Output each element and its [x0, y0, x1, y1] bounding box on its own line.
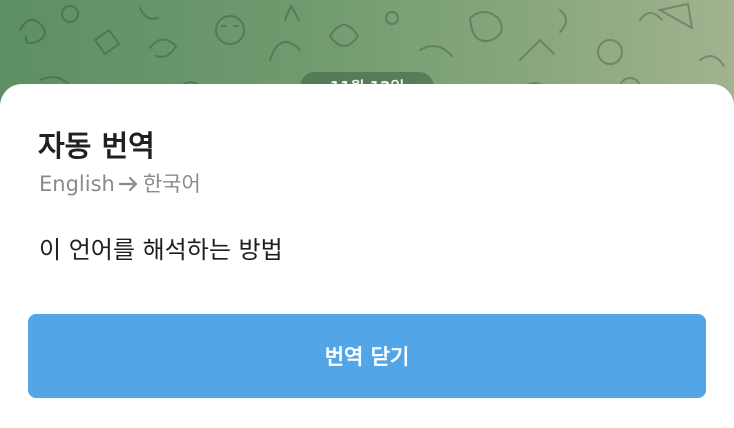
translation-sheet: 자동 번역 English 한국어 이 언어를 해석하는 방법 번역 닫기: [0, 84, 734, 428]
arrow-right-icon: [118, 170, 140, 198]
translated-text: 이 언어를 해석하는 방법: [39, 236, 283, 264]
sheet-title: 자동 번역: [38, 129, 155, 163]
chat-screen: 11월 12일 자동 번역 English한국어 이 언어를 해석하는 방법 번…: [0, 0, 734, 428]
close-translation-button[interactable]: 번역 닫기: [28, 314, 706, 398]
language-pair: English 한국어: [39, 170, 201, 198]
target-language[interactable]: 한국어: [143, 172, 201, 196]
source-language: English: [39, 172, 115, 196]
